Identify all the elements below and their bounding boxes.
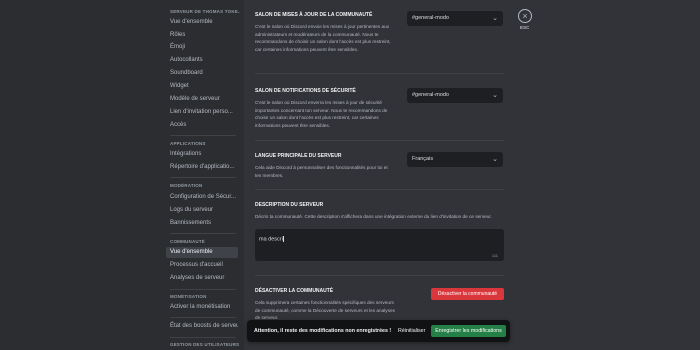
reset-button[interactable]: Réinitialiser — [398, 320, 425, 342]
section-divider — [255, 140, 504, 141]
sidebar-item-widget[interactable]: Widget — [166, 81, 238, 92]
select-value: #general-modo — [412, 92, 449, 98]
esc-label: ESC — [520, 25, 530, 30]
sidebar-header-moderation: MODÉRATION — [170, 183, 203, 188]
updates-channel-select[interactable]: #general-modo ⌄ — [407, 11, 503, 26]
section-description: C'est le salon où Discord envoie les mis… — [255, 24, 391, 52]
sidebar-item-onboarding[interactable]: Processus d'accueil — [166, 260, 238, 271]
sidebar-item-overview[interactable]: Vue d'ensemble — [166, 17, 238, 28]
close-icon[interactable]: × — [518, 9, 532, 23]
sidebar-item-server-template[interactable]: Modèle de serveur — [166, 94, 238, 105]
chevron-down-icon: ⌄ — [492, 156, 498, 163]
section-title: SALON DE NOTIFICATIONS DE SÉCURITÉ — [255, 88, 356, 94]
char-counter: 111 — [491, 253, 498, 258]
section-title: DESCRIPTION DU SERVEUR — [255, 202, 324, 208]
sidebar-item-audit-log[interactable]: Logs du serveur — [166, 205, 238, 216]
sidebar-item-server-insights[interactable]: Analyses de serveur — [166, 273, 238, 284]
sidebar-divider — [170, 135, 236, 136]
sidebar-header-applications: APPLICATIONS — [170, 141, 206, 146]
section-description: Décris ta communauté. Cette description … — [255, 214, 492, 219]
sidebar-header-monetization: MONÉTISATION — [170, 294, 207, 299]
sidebar-divider — [170, 289, 236, 290]
sidebar-item-bans[interactable]: Bannissements — [166, 218, 238, 229]
section-title: LANGUE PRINCIPALE DU SERVEUR — [255, 153, 342, 159]
security-channel-select[interactable]: #general-modo ⌄ — [407, 88, 503, 103]
sidebar-header-server: SERVEUR DE THOMAS TOKE... — [170, 9, 240, 14]
text-caret — [282, 236, 284, 242]
sidebar-item-community-overview[interactable]: Vue d'ensemble — [166, 247, 238, 258]
select-value: Français — [412, 156, 434, 162]
sidebar-item-access[interactable]: Accès — [166, 120, 238, 131]
unsaved-warning-text: Attention, il reste des modifications no… — [254, 328, 392, 334]
sidebar-item-safety-setup[interactable]: Configuration de Sécur... — [166, 192, 238, 203]
section-divider — [255, 73, 504, 74]
sidebar-item-app-directory[interactable]: Répertoire d'applicatio... — [166, 162, 238, 173]
section-divider — [255, 189, 504, 190]
updates-channel-section: SALON DE MISES À JOUR DE LA COMMUNAUTÉ C… — [255, 12, 395, 53]
language-select[interactable]: Français ⌄ — [407, 152, 503, 167]
disable-community-section: DÉSACTIVER LA COMMUNAUTÉ Cela supprimera… — [255, 288, 395, 322]
sidebar-item-boost-status[interactable]: État des boosts de serveur — [166, 321, 238, 332]
description-section: DESCRIPTION DU SERVEUR Décris ta communa… — [255, 202, 505, 221]
sidebar-divider — [170, 317, 236, 318]
sidebar-divider — [170, 233, 236, 234]
sidebar-item-enable-monetization[interactable]: Activer la monétisation — [166, 302, 238, 313]
description-value: ma descri — [259, 236, 284, 243]
section-divider — [255, 275, 504, 276]
section-title: DÉSACTIVER LA COMMUNAUTÉ — [255, 288, 334, 294]
save-changes-button[interactable]: Enregistrer les modifications — [431, 325, 506, 337]
language-section: LANGUE PRINCIPALE DU SERVEUR Cela aide D… — [255, 153, 395, 179]
server-description-input[interactable]: ma descri 111 — [255, 229, 504, 261]
sidebar-item-soundboard[interactable]: Soundboard — [166, 68, 238, 79]
sidebar-item-emoji[interactable]: Émoji — [166, 42, 238, 53]
disable-community-button[interactable]: Désactiver la communauté — [431, 288, 504, 300]
chevron-down-icon: ⌄ — [492, 15, 498, 22]
sidebar-item-vanity-url[interactable]: Lien d'invitation perso... — [166, 107, 238, 118]
sidebar-divider — [170, 337, 236, 338]
sidebar-header-community: COMMUNAUTÉ — [170, 239, 205, 244]
section-description: C'est le salon où Discord enverra les mi… — [255, 100, 388, 128]
security-channel-section: SALON DE NOTIFICATIONS DE SÉCURITÉ C'est… — [255, 88, 395, 129]
community-overview-panel: SALON DE MISES À JOUR DE LA COMMUNAUTÉ C… — [244, 0, 700, 350]
section-description: Cela supprimera certaines fonctionnalité… — [255, 300, 395, 320]
sidebar-divider — [170, 177, 236, 178]
sidebar-header-user-management: GESTION DES UTILISATEURS — [170, 342, 240, 347]
unsaved-changes-bar: Attention, il reste des modifications no… — [247, 320, 510, 342]
section-description: Cela aide Discord à personnaliser des fo… — [255, 165, 388, 178]
sidebar-item-stickers[interactable]: Autocollants — [166, 55, 238, 66]
section-title: SALON DE MISES À JOUR DE LA COMMUNAUTÉ — [255, 12, 373, 18]
chevron-down-icon: ⌄ — [492, 92, 498, 99]
sidebar-item-integrations[interactable]: Intégrations — [166, 149, 238, 160]
sidebar-item-roles[interactable]: Rôles — [166, 30, 238, 41]
select-value: #general-modo — [412, 15, 449, 21]
